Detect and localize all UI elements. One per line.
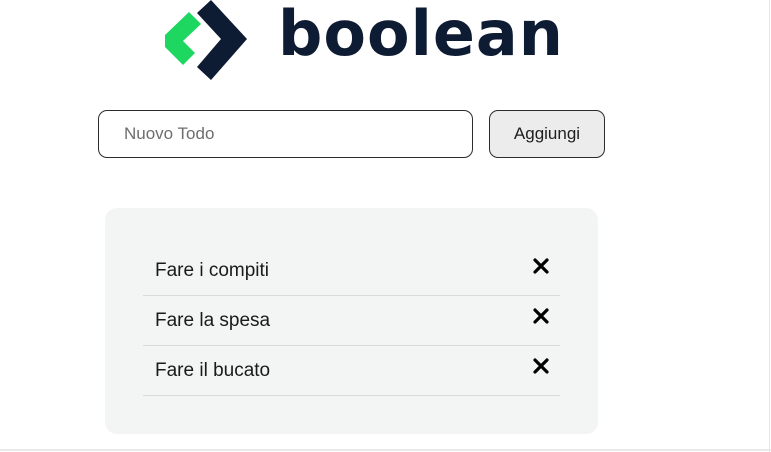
todo-list-panel: Fare i compiti Fare la spesa Fare il buc…: [105, 208, 598, 434]
todo-item-text: Fare i compiti: [155, 260, 270, 281]
todo-item: Fare i compiti: [143, 246, 560, 296]
todo-item: Fare la spesa: [143, 296, 560, 346]
page-edge-divider: [769, 0, 770, 452]
boolean-chevron-logo-icon: [165, 0, 247, 80]
todo-app-page: boolean Aggiungi Fare i compiti Fare la …: [0, 0, 771, 452]
todo-item-text: Fare il bucato: [155, 360, 271, 381]
todo-item: Fare il bucato: [143, 346, 560, 396]
add-todo-button[interactable]: Aggiungi: [489, 110, 605, 158]
todo-item-text: Fare la spesa: [155, 310, 271, 331]
page-bottom-divider: [0, 449, 771, 451]
close-icon[interactable]: [533, 258, 549, 274]
close-icon[interactable]: [533, 358, 549, 374]
todo-list: Fare i compiti Fare la spesa Fare il buc…: [143, 246, 560, 396]
close-icon[interactable]: [533, 308, 549, 324]
boolean-logo: boolean: [163, 0, 563, 82]
new-todo-input[interactable]: [98, 110, 473, 158]
brand-wordmark: boolean: [278, 0, 564, 70]
